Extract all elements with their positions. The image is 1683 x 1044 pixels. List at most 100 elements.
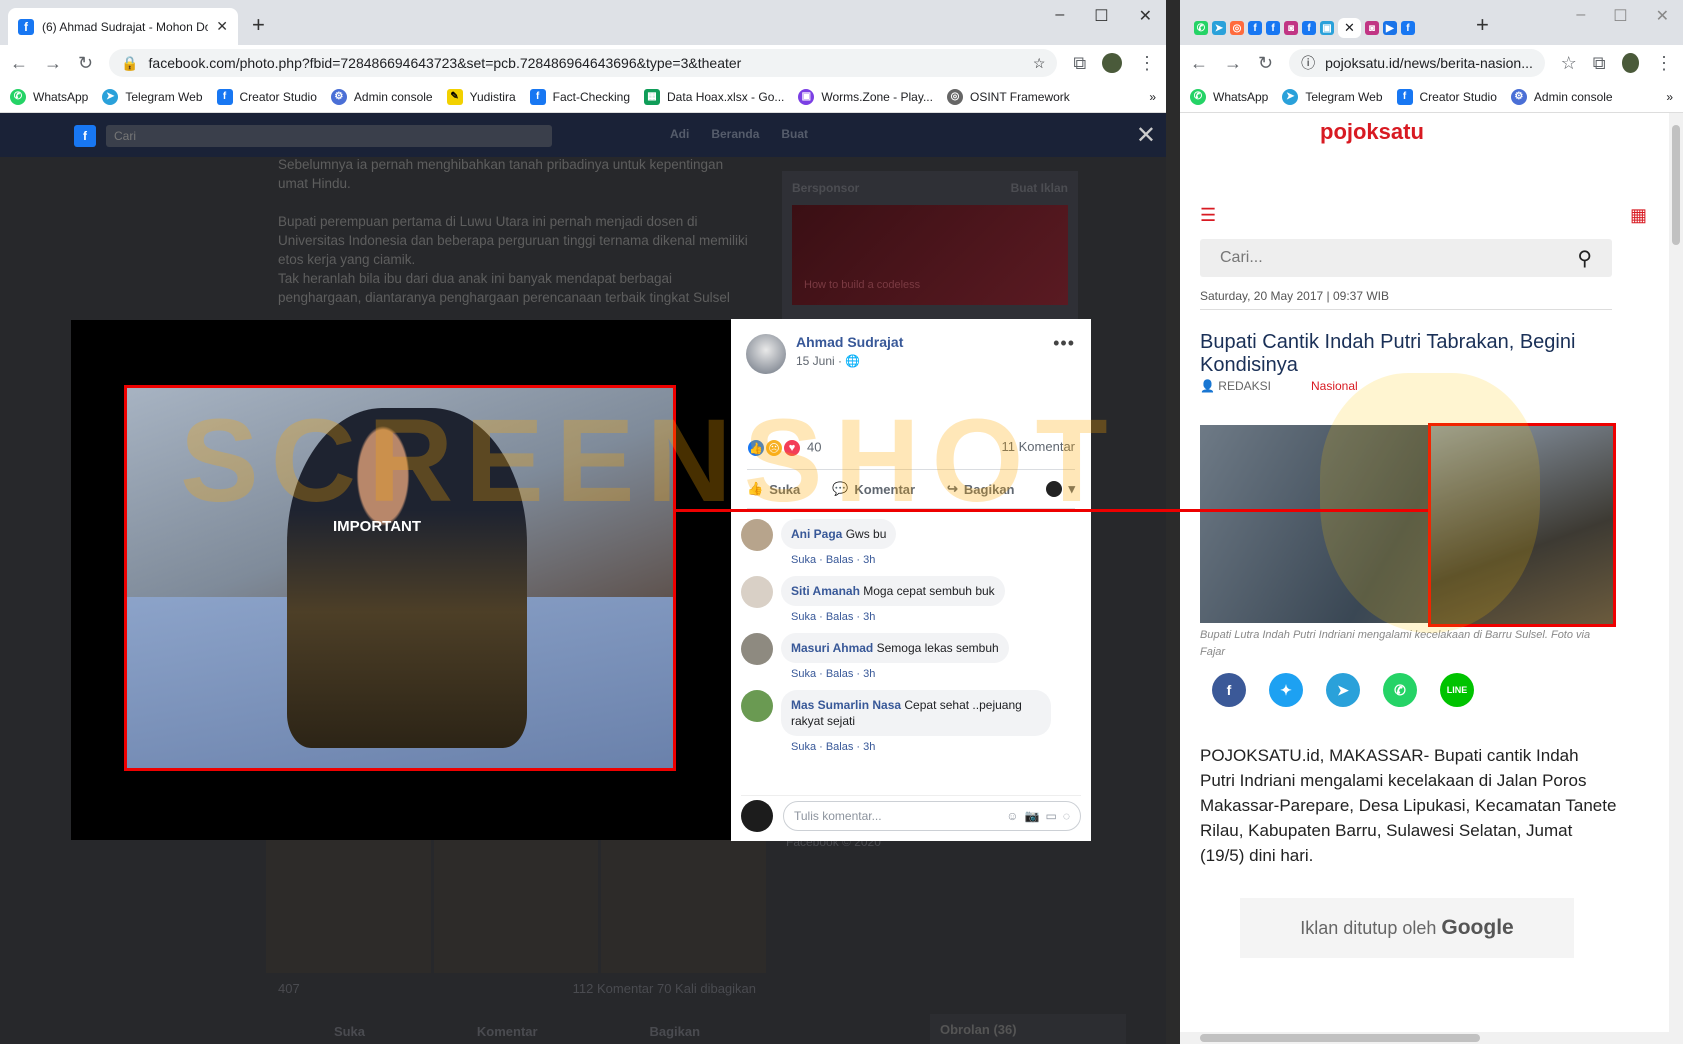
address-bar[interactable]: ⓘ pojoksatu.id/news/berita-nasion... xyxy=(1289,49,1545,77)
close-window-icon[interactable]: ✕ xyxy=(1139,6,1152,26)
facebook-icon[interactable]: f xyxy=(1400,21,1415,35)
chat-bar[interactable]: Obrolan (36) xyxy=(930,1014,1126,1044)
bookmark-worms-zone[interactable]: ▣ Worms.Zone - Play... xyxy=(798,88,933,105)
nav-home[interactable]: Beranda xyxy=(711,127,759,141)
bg-comment-button[interactable]: Komentar xyxy=(477,1024,538,1039)
bookmark-data-hoax[interactable]: ▦ Data Hoax.xlsx - Go... xyxy=(644,88,784,105)
extensions-icon[interactable]: ⧉ xyxy=(1593,53,1606,74)
camera-icon[interactable]: 📷 xyxy=(1025,809,1040,823)
comment-meta[interactable]: Suka · Balas · 3h xyxy=(791,611,1005,623)
more-bookmarks-icon[interactable]: » xyxy=(1666,90,1673,104)
share-button[interactable]: ↪ Bagikan xyxy=(947,481,1014,497)
bookmark-creator-studio[interactable]: f Creator Studio xyxy=(216,88,317,105)
grid-menu-icon[interactable]: ▦ xyxy=(1630,205,1647,226)
commenter-name[interactable]: Mas Sumarlin Nasa xyxy=(791,698,901,712)
comment-meta[interactable]: Suka · Balas · 3h xyxy=(791,668,1009,680)
comment-input[interactable]: Tulis komentar... ☺ 📷 ▭ ◌ xyxy=(783,800,1081,831)
commenter-name[interactable]: Ani Paga xyxy=(791,527,842,541)
star-icon[interactable]: ☆ xyxy=(1561,53,1577,74)
bookmark-fact-checking[interactable]: f Fact-Checking xyxy=(529,88,630,105)
close-window-icon[interactable]: ✕ xyxy=(1656,6,1669,26)
gif-icon[interactable]: ▭ xyxy=(1046,809,1057,823)
commenter-avatar[interactable] xyxy=(741,690,773,722)
instagram-icon[interactable]: ◙ xyxy=(1284,21,1298,35)
like-button[interactable]: 👍 Suka xyxy=(747,481,800,497)
close-tab-icon[interactable]: ✕ xyxy=(1338,18,1361,38)
commenter-avatar[interactable] xyxy=(741,576,773,608)
telegram-icon[interactable]: ➤ xyxy=(1212,21,1226,35)
hamburger-menu-icon[interactable]: ☰ xyxy=(1200,205,1216,226)
commenter-avatar[interactable] xyxy=(741,633,773,665)
forward-icon[interactable]: → xyxy=(44,53,62,74)
new-tab-icon[interactable]: + xyxy=(1476,12,1489,38)
create-ad-link[interactable]: Buat Iklan xyxy=(1011,181,1068,195)
back-icon[interactable]: ← xyxy=(10,53,28,74)
tab-icon[interactable]: ◎ xyxy=(1230,21,1244,35)
forward-icon[interactable]: → xyxy=(1224,53,1242,74)
bookmark-telegram[interactable]: ➤ Telegram Web xyxy=(102,88,203,105)
bookmark-admin-console[interactable]: ⚙ Admin console xyxy=(1510,88,1613,105)
instagram-icon[interactable]: ◙ xyxy=(1364,21,1379,35)
menu-icon[interactable]: ⋮ xyxy=(1138,53,1156,74)
more-bookmarks-icon[interactable]: » xyxy=(1149,90,1156,104)
bookmark-telegram[interactable]: ➤ Telegram Web xyxy=(1282,88,1383,105)
new-tab-icon[interactable]: + xyxy=(252,12,265,38)
facebook-search-input[interactable]: Cari xyxy=(106,125,552,147)
vertical-scrollbar[interactable] xyxy=(1669,113,1683,1044)
star-icon[interactable]: ☆ xyxy=(1033,55,1046,72)
telegram-share-icon[interactable]: ➤ xyxy=(1326,673,1360,707)
author-name[interactable]: Ahmad Sudrajat xyxy=(796,334,903,350)
pojoksatu-logo[interactable]: pojoksatu xyxy=(1320,119,1424,145)
facebook-icon[interactable]: f xyxy=(1248,21,1262,35)
address-bar[interactable]: 🔒 facebook.com/photo.php?fbid=7284866946… xyxy=(109,49,1058,77)
minimize-icon[interactable]: – xyxy=(1576,6,1585,26)
comment-count[interactable]: 11 Komentar xyxy=(1002,439,1075,457)
more-options-icon[interactable]: ••• xyxy=(1053,333,1075,354)
commenter-name[interactable]: Masuri Ahmad xyxy=(791,641,873,655)
article-category[interactable]: Nasional xyxy=(1311,379,1358,393)
bookmark-whatsapp[interactable]: ✆ WhatsApp xyxy=(1190,88,1268,105)
tab-icon[interactable]: ▣ xyxy=(1320,21,1334,35)
close-tab-icon[interactable]: ✕ xyxy=(216,18,228,35)
bookmark-osint[interactable]: ◎ OSINT Framework xyxy=(946,88,1070,105)
commenter-name[interactable]: Siti Amanah xyxy=(791,584,860,598)
search-icon[interactable]: ⚲ xyxy=(1577,246,1592,271)
bg-share-button[interactable]: Bagikan xyxy=(649,1024,700,1039)
comment-meta[interactable]: Suka · Balas · 3h xyxy=(791,741,1051,753)
emoji-icon[interactable]: ☺ xyxy=(1006,809,1018,823)
twitter-share-icon[interactable]: ✦ xyxy=(1269,673,1303,707)
article-author[interactable]: 👤 REDAKSI xyxy=(1200,379,1271,393)
facebook-icon[interactable]: f xyxy=(1266,21,1280,35)
facebook-share-icon[interactable]: f xyxy=(1212,673,1246,707)
nav-create[interactable]: Buat xyxy=(781,127,808,141)
comment-button[interactable]: 💬 Komentar xyxy=(832,481,915,497)
profile-avatar[interactable] xyxy=(1102,53,1122,73)
bookmark-whatsapp[interactable]: ✆ WhatsApp xyxy=(10,88,88,105)
profile-avatar[interactable] xyxy=(1621,53,1639,73)
bg-like-button[interactable]: Suka xyxy=(334,1024,365,1039)
commenter-avatar[interactable] xyxy=(741,519,773,551)
nav-profile[interactable]: Adi xyxy=(670,127,689,141)
audience-selector[interactable]: ▾ xyxy=(1046,481,1075,497)
bookmark-yudistira[interactable]: ✎ Yudistira xyxy=(446,88,516,105)
whatsapp-icon[interactable]: ✆ xyxy=(1194,21,1208,35)
facebook-icon[interactable]: f xyxy=(1302,21,1316,35)
menu-icon[interactable]: ⋮ xyxy=(1655,53,1673,74)
tab-icon[interactable]: ▶ xyxy=(1382,21,1397,35)
maximize-icon[interactable]: ☐ xyxy=(1613,6,1627,26)
site-search-input[interactable]: Cari... ⚲ xyxy=(1200,239,1612,277)
reload-icon[interactable]: ↻ xyxy=(1258,53,1273,74)
reaction-summary[interactable]: 👍 ☹ ♥ 40 xyxy=(747,439,821,457)
comment-meta[interactable]: Suka · Balas · 3h xyxy=(791,554,896,566)
bookmark-admin-console[interactable]: ⚙ Admin console xyxy=(330,88,433,105)
minimize-icon[interactable]: – xyxy=(1055,6,1064,26)
sticker-icon[interactable]: ◌ xyxy=(1063,809,1070,823)
reload-icon[interactable]: ↻ xyxy=(78,53,93,74)
post-photo[interactable]: IMPORTANT xyxy=(124,385,676,771)
facebook-logo-icon[interactable]: f xyxy=(74,125,96,147)
maximize-icon[interactable]: ☐ xyxy=(1094,6,1108,26)
back-icon[interactable]: ← xyxy=(1190,53,1208,74)
whatsapp-share-icon[interactable]: ✆ xyxy=(1383,673,1417,707)
line-share-icon[interactable]: LINE xyxy=(1440,673,1474,707)
horizontal-scrollbar[interactable] xyxy=(1180,1032,1669,1044)
